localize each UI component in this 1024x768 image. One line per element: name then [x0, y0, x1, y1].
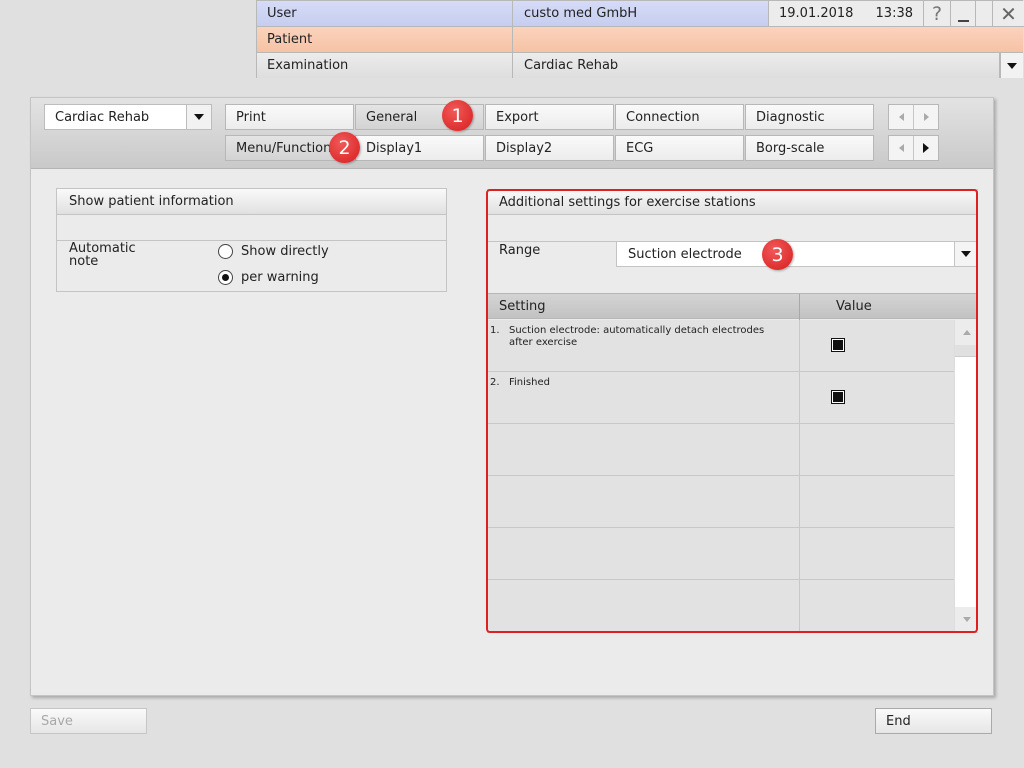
tab-display1[interactable]: Display1: [355, 135, 484, 161]
minimize-icon: [957, 19, 969, 22]
mode-combo[interactable]: Cardiac Rehab: [44, 104, 212, 130]
exercise-settings-title: Additional settings for exercise station…: [488, 190, 977, 215]
time-text: 13:38: [875, 6, 913, 21]
tab-export[interactable]: Export: [485, 104, 614, 130]
range-select[interactable]: Suction electrode: [616, 241, 978, 267]
col-setting-header: Setting: [499, 299, 546, 314]
patient-label: Patient: [257, 27, 513, 53]
row-number: 1.: [490, 325, 500, 336]
datetime: 19.01.2018 13:38: [769, 1, 924, 27]
settings-table: Setting Value 1. Suction electrode: auto…: [488, 293, 978, 632]
radio-button[interactable]: [218, 270, 233, 285]
radio-per-warning[interactable]: per warning: [218, 270, 319, 285]
row-number: 2.: [490, 377, 500, 388]
row-divider: [799, 580, 800, 632]
automatic-note-label: Automatic note: [69, 241, 136, 269]
tab-connection[interactable]: Connection: [615, 104, 744, 130]
header-spacer: [976, 1, 993, 27]
arrow-down-icon: [962, 617, 971, 622]
table-header: Setting Value: [488, 293, 978, 320]
minimize-button[interactable]: [951, 1, 976, 27]
row-setting-text: Suction electrode: automatically detach …: [509, 325, 765, 348]
row-divider: [799, 476, 800, 528]
mode-combo-value: Cardiac Rehab: [55, 109, 150, 125]
row-divider: [799, 320, 800, 372]
table-row-empty: [488, 528, 954, 580]
arrow-up-icon: [962, 330, 971, 335]
table-row[interactable]: 1. Suction electrode: automatically deta…: [488, 320, 954, 372]
tabs-bar: Cardiac Rehab Print General Export Conne…: [31, 98, 993, 169]
annotation-badge-3: 3: [762, 239, 793, 270]
help-button[interactable]: ?: [924, 1, 951, 27]
tabs-row2-prev-button[interactable]: [889, 136, 913, 160]
tabs-row1-nav: [888, 104, 939, 130]
mode-combo-button[interactable]: [186, 105, 211, 129]
col-value-header: Value: [836, 299, 872, 314]
tab-print[interactable]: Print: [225, 104, 354, 130]
scroll-up-button[interactable]: [955, 320, 978, 345]
save-button[interactable]: Save: [30, 708, 147, 734]
radio-show-directly[interactable]: Show directly: [218, 244, 329, 259]
arrow-right-icon: [923, 113, 929, 121]
patient-info-spacer: [57, 215, 446, 241]
tab-ecg[interactable]: ECG: [615, 135, 744, 161]
row-divider: [799, 372, 800, 424]
examination-value[interactable]: Cardiac Rehab: [513, 53, 1000, 78]
header-bar: User custo med GmbH 19.01.2018 13:38 ? ✕…: [256, 0, 1024, 78]
tabs-row1-prev-button[interactable]: [889, 105, 913, 129]
patient-value[interactable]: [513, 27, 1023, 53]
row-divider: [799, 424, 800, 476]
arrow-left-icon: [898, 113, 904, 121]
tabs-row1-next-button[interactable]: [913, 105, 938, 129]
patient-info-title: Show patient information: [57, 189, 446, 215]
header-divider: [799, 294, 800, 320]
end-button[interactable]: End: [875, 708, 992, 734]
radio-label: per warning: [241, 270, 319, 285]
examination-dropdown-button[interactable]: [1000, 53, 1023, 78]
annotation-badge-2: 2: [329, 132, 360, 163]
range-dropdown-button[interactable]: [954, 242, 977, 266]
row-divider: [799, 528, 800, 580]
table-row[interactable]: 2. Finished: [488, 372, 954, 424]
row-checkbox[interactable]: [831, 390, 845, 404]
radio-selected-dot: [222, 274, 229, 281]
user-label: User: [257, 1, 513, 27]
tab-diagnostic[interactable]: Diagnostic: [745, 104, 874, 130]
settings-panel: Cardiac Rehab Print General Export Conne…: [30, 97, 994, 696]
examination-label: Examination: [257, 53, 513, 78]
close-icon: ✕: [1000, 1, 1017, 26]
table-row-empty: [488, 580, 954, 632]
tab-borg-scale[interactable]: Borg-scale: [745, 135, 874, 161]
chevron-down-icon: [961, 251, 971, 257]
row-setting-text: Finished: [509, 377, 550, 388]
tabs-row2-next-button[interactable]: [913, 136, 938, 160]
scroll-thumb[interactable]: [955, 345, 978, 357]
user-value: custo med GmbH: [513, 1, 769, 27]
table-scrollbar[interactable]: [954, 320, 978, 632]
table-row-empty: [488, 476, 954, 528]
date-text: 19.01.2018: [779, 6, 854, 21]
checkbox-checked-mark: [833, 392, 843, 402]
arrow-right-icon: [923, 143, 929, 153]
arrow-left-icon: [898, 144, 904, 152]
help-icon: ?: [931, 2, 943, 25]
chevron-down-icon: [1007, 62, 1017, 69]
close-button[interactable]: ✕: [993, 1, 1024, 27]
scroll-down-button[interactable]: [955, 607, 978, 632]
range-label: Range: [488, 241, 616, 267]
patient-info-group: Show patient information Automatic note …: [56, 188, 447, 292]
table-row-empty: [488, 424, 954, 476]
tabs-row2-nav: [888, 135, 939, 161]
radio-button[interactable]: [218, 244, 233, 259]
chevron-down-icon: [194, 114, 204, 120]
checkbox-checked-mark: [833, 340, 843, 350]
annotation-badge-1: 1: [442, 100, 473, 131]
tab-display2[interactable]: Display2: [485, 135, 614, 161]
radio-label: Show directly: [241, 244, 329, 259]
row-checkbox[interactable]: [831, 338, 845, 352]
exercise-settings-group: Additional settings for exercise station…: [487, 189, 978, 633]
